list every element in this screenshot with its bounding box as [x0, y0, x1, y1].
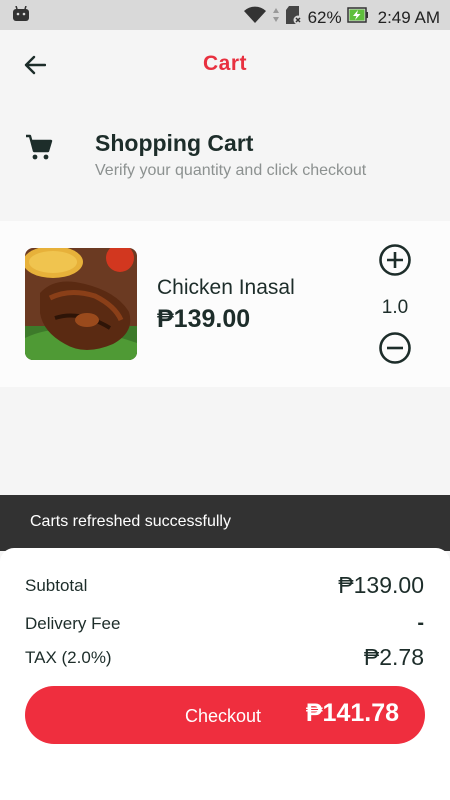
- plus-circle-icon: [378, 244, 412, 281]
- order-summary: Subtotal ₱139.00 Delivery Fee - TAX (2.0…: [0, 548, 450, 800]
- data-arrows-icon: [272, 6, 280, 29]
- battery-percent: 62%: [307, 7, 342, 27]
- battery-charging-icon: [346, 6, 369, 29]
- section-title: Shopping Cart: [95, 130, 254, 156]
- cart-item: Chicken Inasal ₱139.00 1.0: [0, 221, 450, 387]
- status-bar: 62% 2:49 AM: [0, 0, 450, 30]
- decrease-quantity-button[interactable]: [378, 331, 412, 365]
- shopping-cart-icon: [24, 132, 54, 167]
- app-bar: Cart: [0, 30, 450, 102]
- delivery-fee-label: Delivery Fee: [25, 613, 121, 633]
- android-icon: [12, 5, 30, 27]
- item-name: Chicken Inasal: [157, 276, 295, 299]
- shopping-cart-header: Shopping Cart Verify your quantity and c…: [0, 120, 450, 200]
- subtotal-label: Subtotal: [25, 575, 88, 595]
- wifi-icon: [243, 6, 267, 29]
- quantity-value: 1.0: [381, 297, 409, 318]
- snackbar-message: Carts refreshed successfully: [30, 513, 231, 530]
- page-title: Cart: [202, 52, 247, 75]
- subtotal-value: ₱139.00: [338, 572, 424, 598]
- tax-value: ₱2.78: [363, 644, 424, 670]
- clock: 2:49 AM: [377, 7, 440, 27]
- tax-label: TAX (2.0%): [25, 647, 112, 667]
- increase-quantity-button[interactable]: [378, 243, 412, 277]
- snackbar: Carts refreshed successfully: [0, 495, 450, 551]
- delivery-fee-value: -: [417, 612, 424, 634]
- checkout-label: Checkout: [185, 706, 262, 726]
- sd-card-icon: [285, 5, 303, 30]
- section-subtitle: Verify your quantity and click checkout: [95, 162, 367, 179]
- subtotal-row: Subtotal ₱139.00: [25, 572, 424, 599]
- food-image[interactable]: [25, 248, 137, 360]
- item-price: ₱139.00: [157, 305, 251, 333]
- checkout-button[interactable]: Checkout ₱141.78: [25, 686, 425, 744]
- tax-row: TAX (2.0%) ₱2.78: [25, 644, 424, 671]
- checkout-total: ₱141.78: [305, 699, 399, 727]
- delivery-fee-row: Delivery Fee -: [25, 612, 424, 635]
- minus-circle-icon: [378, 332, 412, 369]
